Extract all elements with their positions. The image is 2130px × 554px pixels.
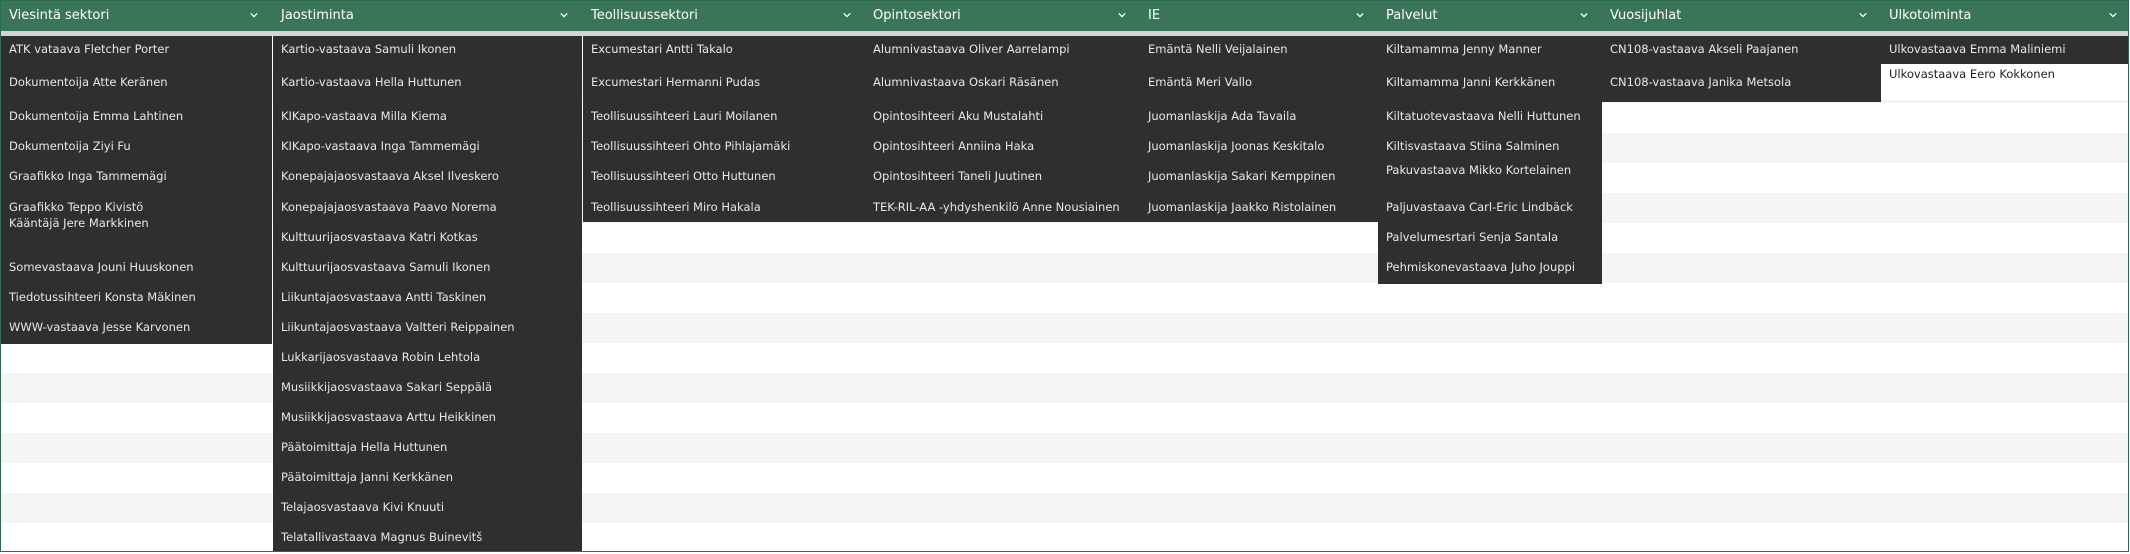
list-item[interactable]: Excumestari Hermanni Pudas <box>583 74 865 90</box>
list-item[interactable]: Ulkovastaava Emma Maliniemi <box>1881 41 2128 57</box>
list-item[interactable]: Lukkarijaosvastaava Robin Lehtola <box>273 349 582 365</box>
column-header-palvelut[interactable]: Palvelut <box>1378 1 1602 31</box>
list-item[interactable]: Kulttuurijaosvastaava Katri Kotkas <box>273 229 582 245</box>
list-item[interactable]: Telatallivastaava Magnus Buinevitš <box>273 529 582 545</box>
chevron-down-icon <box>250 12 258 18</box>
list-item[interactable]: Opintosihteeri Anniina Haka <box>865 138 1140 154</box>
list-item[interactable]: Kiltatuotevastaava Nelli Huttunen <box>1378 108 1602 124</box>
dropdown-list-ie: Emäntä Nelli Veijalainen Emäntä Meri Val… <box>1140 36 1378 222</box>
dropdown-list-palvelut: Kiltamamma Jenny Manner Kiltamamma Janni… <box>1378 36 1602 284</box>
list-item[interactable]: CN108-vastaava Janika Metsola <box>1602 74 1881 90</box>
list-item[interactable]: Tiedotussihteeri Konsta Mäkinen <box>1 289 272 305</box>
dropdown-list-jaostiminta: Kartio-vastaava Samuli Ikonen Kartio-vas… <box>273 36 582 551</box>
dropdown-list-viestinta: ATK vataava Fletcher Porter Dokumentoija… <box>1 36 272 344</box>
list-item[interactable]: Alumnivastaava Oliver Aarrelampi <box>865 41 1140 57</box>
column-header-label: Teollisuussektori <box>591 8 698 23</box>
list-item[interactable]: Alumnivastaava Oskari Räsänen <box>865 74 1140 90</box>
column-header-label: Vuosijuhlat <box>1610 8 1682 23</box>
list-item[interactable]: Kulttuurijaosvastaava Samuli Ikonen <box>273 259 582 275</box>
list-item[interactable]: Pehmiskonevastaava Juho Jouppi <box>1378 259 1602 275</box>
column-header-label: Viesintä sektori <box>9 8 110 23</box>
list-item[interactable]: Kiltisvastaava Stiina Salminen <box>1378 138 1602 154</box>
list-item[interactable]: Kääntäjä Jere Markkinen <box>1 215 272 231</box>
list-item[interactable]: Juomanlaskija Sakari Kemppinen <box>1140 168 1378 184</box>
dropdown-list-opinto: Alumnivastaava Oliver Aarrelampi Alumniv… <box>865 36 1140 222</box>
column-header-label: Ulkotoiminta <box>1889 8 1972 23</box>
column-header-bar: Viesintä sektori Jaostiminta Teollisuuss… <box>1 1 2128 36</box>
list-item[interactable]: Dokumentoija Atte Keränen <box>1 74 272 90</box>
list-item[interactable]: Kartio-vastaava Hella Huttunen <box>273 74 582 90</box>
list-item[interactable]: Graafikko Inga Tammemägi <box>1 168 272 184</box>
chevron-down-icon <box>1118 12 1126 18</box>
list-item[interactable]: Konepajajaosvastaava Aksel Ilveskero <box>273 168 582 184</box>
column-header-label: Opintosektori <box>873 8 961 23</box>
list-item[interactable]: Kiltamamma Janni Kerkkänen <box>1378 74 1602 90</box>
column-header-viestinta[interactable]: Viesintä sektori <box>1 1 272 31</box>
list-item[interactable]: Emäntä Meri Vallo <box>1140 74 1378 90</box>
list-item[interactable]: Teollisuussihteeri Lauri Moilanen <box>583 108 865 124</box>
column-header-label: IE <box>1148 8 1161 23</box>
list-item[interactable]: Teollisuussihteeri Otto Huttunen <box>583 168 865 184</box>
list-item[interactable]: CN108-vastaava Akseli Paajanen <box>1602 41 1881 57</box>
column-header-teollisuus[interactable]: Teollisuussektori <box>583 1 865 31</box>
list-item[interactable]: Somevastaava Jouni Huuskonen <box>1 259 272 275</box>
list-item[interactable]: Pakuvastaava Mikko Kortelainen <box>1378 162 1602 178</box>
list-item[interactable]: Juomanlaskija Jaakko Ristolainen <box>1140 199 1378 215</box>
column-header-vuosijuhlat[interactable]: Vuosijuhlat <box>1602 1 1881 31</box>
list-item[interactable]: ATK vataava Fletcher Porter <box>1 41 272 57</box>
column-header-ulkotoiminta[interactable]: Ulkotoiminta <box>1881 1 2128 31</box>
list-item-hovered[interactable]: Ulkovastaava Eero Kokkonen <box>1881 66 2128 82</box>
list-item[interactable]: Graafikko Teppo Kivistö <box>1 199 272 215</box>
list-item[interactable]: Kiltamamma Jenny Manner <box>1378 41 1602 57</box>
list-item[interactable]: Kartio-vastaava Samuli Ikonen <box>273 41 582 57</box>
list-item[interactable]: Opintosihteeri Aku Mustalahti <box>865 108 1140 124</box>
list-item[interactable]: KIKapo-vastaava Inga Tammemägi <box>273 138 582 154</box>
list-item[interactable]: Excumestari Antti Takalo <box>583 41 865 57</box>
list-item[interactable]: Emäntä Nelli Veijalainen <box>1140 41 1378 57</box>
list-item[interactable]: Liikuntajaosvastaava Valtteri Reippainen <box>273 319 582 335</box>
column-header-ie[interactable]: IE <box>1140 1 1378 31</box>
list-item[interactable]: Paljuvastaava Carl-Eric Lindbäck <box>1378 199 1602 215</box>
column-header-jaostiminta[interactable]: Jaostiminta <box>273 1 582 31</box>
list-item[interactable]: TEK-RIL-AA -yhdyshenkilö Anne Nousiainen <box>865 199 1140 215</box>
dropdown-list-teollisuus: Excumestari Antti Takalo Excumestari Her… <box>583 36 865 222</box>
chevron-down-icon <box>1859 12 1867 18</box>
list-item[interactable]: Juomanlaskija Ada Tavaila <box>1140 108 1378 124</box>
list-item[interactable]: Teollisuussihteeri Ohto Pihlajamäki <box>583 138 865 154</box>
chevron-down-icon <box>1356 12 1364 18</box>
list-item[interactable]: Musiikkijaosvastaava Sakari Seppälä <box>273 379 582 395</box>
list-item[interactable]: Päätoimittaja Janni Kerkkänen <box>273 469 582 485</box>
list-item[interactable]: Opintosihteeri Taneli Juutinen <box>865 168 1140 184</box>
list-item[interactable]: WWW-vastaava Jesse Karvonen <box>1 319 272 335</box>
column-header-label: Palvelut <box>1386 8 1438 23</box>
column-header-opinto[interactable]: Opintosektori <box>865 1 1140 31</box>
chevron-down-icon <box>2109 12 2117 18</box>
list-item[interactable]: Musiikkijaosvastaava Arttu Heikkinen <box>273 409 582 425</box>
list-item[interactable]: Dokumentoija Emma Lahtinen <box>1 108 272 124</box>
column-header-label: Jaostiminta <box>281 8 354 23</box>
list-item[interactable]: Teollisuussihteeri Miro Hakala <box>583 199 865 215</box>
list-item[interactable]: Liikuntajaosvastaava Antti Taskinen <box>273 289 582 305</box>
roles-board: Viesintä sektori Jaostiminta Teollisuuss… <box>0 0 2129 552</box>
list-item[interactable]: Telajaosvastaava Kivi Knuuti <box>273 499 582 515</box>
list-item[interactable]: Päätoimittaja Hella Huttunen <box>273 439 582 455</box>
list-item[interactable]: Palvelumesrtari Senja Santala <box>1378 229 1602 245</box>
list-item[interactable]: Dokumentoija Ziyi Fu <box>1 138 272 154</box>
list-item[interactable]: Juomanlaskija Joonas Keskitalo <box>1140 138 1378 154</box>
chevron-down-icon <box>1580 12 1588 18</box>
chevron-down-icon <box>560 12 568 18</box>
dropdown-list-ulkotoiminta-hovered: Ulkovastaava Eero Kokkonen <box>1881 64 2128 100</box>
chevron-down-icon <box>843 12 851 18</box>
list-item[interactable]: KIKapo-vastaava Milla Kiema <box>273 108 582 124</box>
list-item[interactable]: Konepajajaosvastaava Paavo Norema <box>273 199 582 215</box>
dropdown-list-ulkotoiminta: Ulkovastaava Emma Maliniemi <box>1881 36 2128 64</box>
dropdown-list-vuosijuhlat: CN108-vastaava Akseli Paajanen CN108-vas… <box>1602 36 1881 102</box>
